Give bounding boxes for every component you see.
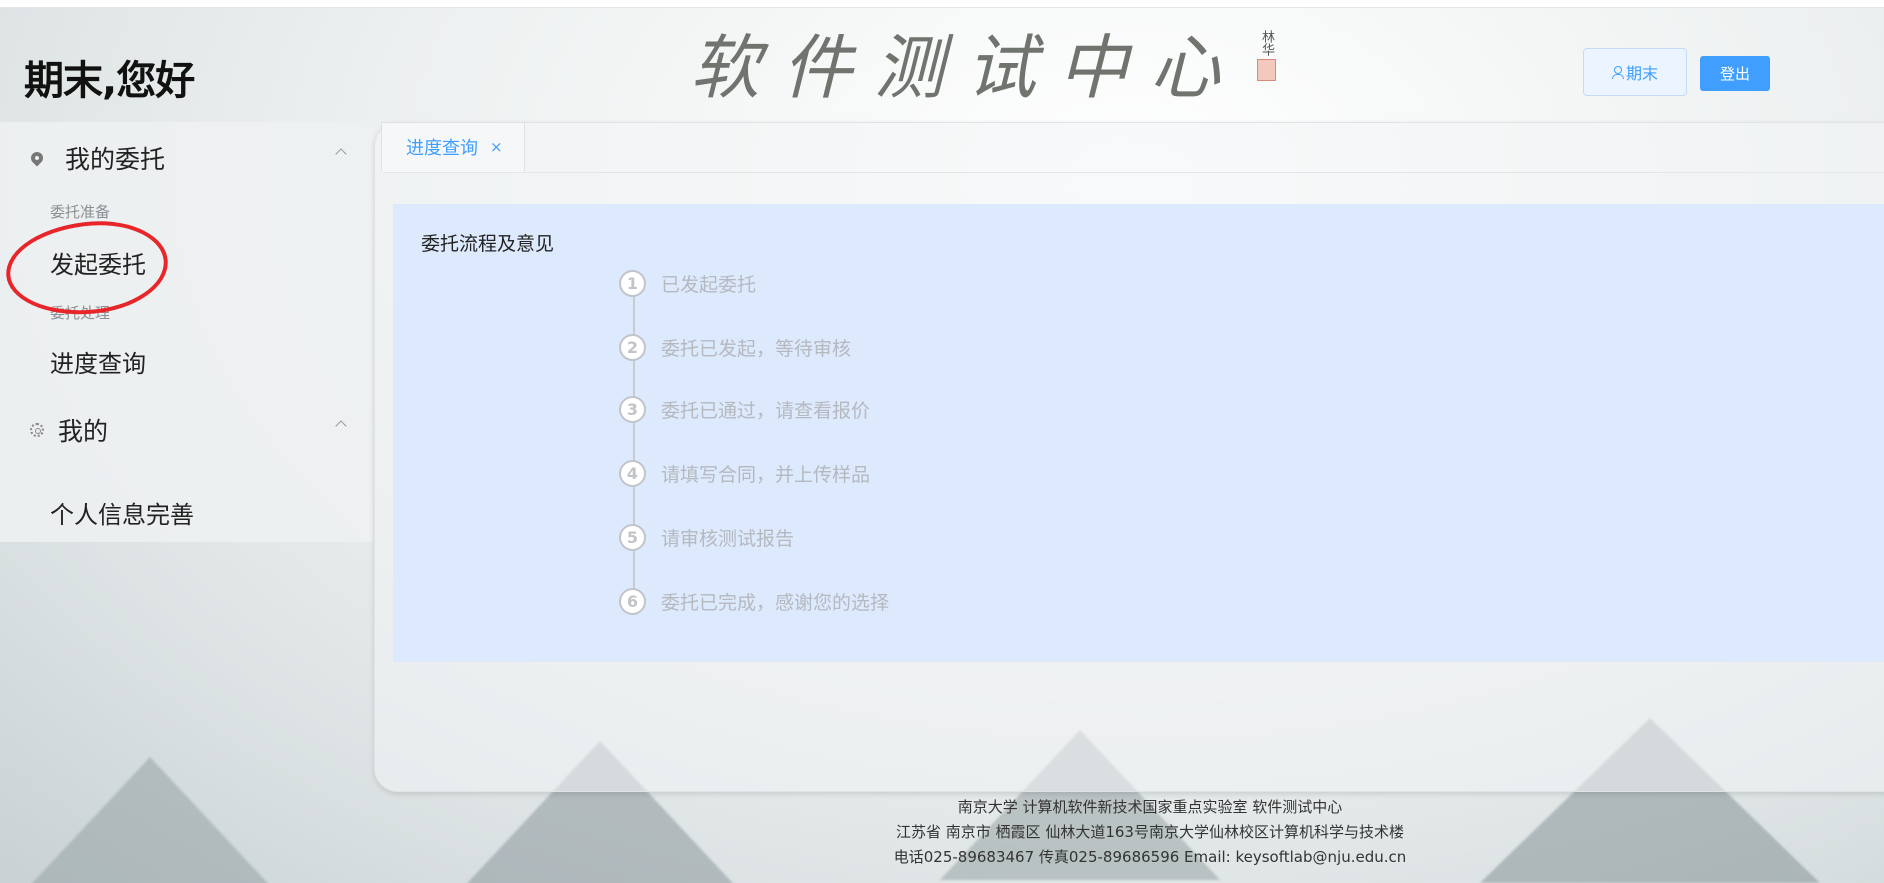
step-text: 委托已完成，感谢您的选择	[661, 592, 890, 614]
step-number: 3	[619, 396, 646, 423]
chevron-up-icon	[335, 148, 347, 160]
logo-stamp	[1256, 59, 1276, 81]
process-step: 4 请填写合同，并上传样品	[619, 460, 870, 487]
menu-group-label: 委托准备	[50, 203, 111, 221]
close-icon[interactable]: ×	[490, 138, 503, 156]
footer-line: 电话025-89683467 传真025-89686596 Email: key…	[893, 848, 1407, 866]
menu-mine[interactable]: 我的	[0, 400, 373, 460]
background-tent	[10, 757, 290, 883]
footer-line: 南京大学 计算机软件新技术国家重点实验室 软件测试中心	[957, 798, 1343, 816]
footer-line: 江苏省 南京市 栖霞区 仙林大道163号南京大学仙林校区计算机科学与技术楼	[896, 823, 1404, 841]
process-card	[393, 204, 1884, 662]
top-border	[0, 0, 1884, 8]
logo-signature: 林华	[1259, 30, 1274, 56]
step-text: 请审核测试报告	[661, 528, 795, 550]
process-step: 1 已发起委托	[619, 270, 756, 297]
logout-button[interactable]: 登出	[1700, 56, 1770, 91]
greeting-title: 期末,您好	[24, 58, 195, 104]
process-step: 6 委托已完成，感谢您的选择	[619, 588, 889, 615]
location-pin-icon	[28, 149, 46, 167]
user-profile-button[interactable]: 期末	[1583, 48, 1687, 96]
step-number: 6	[619, 588, 646, 615]
step-text: 委托已通过，请查看报价	[661, 400, 871, 422]
site-logo: 软件测试中心 林华	[690, 28, 1280, 108]
step-number: 2	[619, 334, 646, 361]
user-button-label: 期末	[1625, 64, 1658, 83]
sidebar-item-profile[interactable]: 个人信息完善	[50, 495, 194, 530]
menu-title-label: 我的	[58, 417, 109, 446]
menu-my-commissions[interactable]: 我的委托	[0, 128, 373, 188]
menu-title-label: 我的委托	[65, 145, 166, 174]
gear-icon	[30, 423, 44, 437]
step-number: 1	[619, 270, 646, 297]
process-step: 3 委托已通过，请查看报价	[619, 396, 870, 423]
logo-text: 软件测试中心	[690, 27, 1242, 109]
footer: 南京大学 计算机软件新技术国家重点实验室 软件测试中心 江苏省 南京市 栖霞区 …	[760, 795, 1540, 870]
process-title: 委托流程及意见	[421, 233, 555, 255]
process-step: 5 请审核测试报告	[619, 524, 794, 551]
step-number: 5	[619, 524, 646, 551]
chevron-up-icon	[335, 420, 347, 432]
logo-seal: 林华	[1252, 30, 1280, 81]
step-number: 4	[619, 460, 646, 487]
step-text: 请填写合同，并上传样品	[661, 464, 871, 486]
process-step: 2 委托已发起，等待审核	[619, 334, 851, 361]
step-text: 委托已发起，等待审核	[661, 338, 852, 360]
tabs-bar	[383, 122, 1884, 173]
user-icon	[1611, 66, 1624, 79]
tab-progress-query[interactable]: 进度查询 ×	[381, 122, 525, 172]
sidebar-item-progress-query[interactable]: 进度查询	[50, 344, 146, 379]
step-text: 已发起委托	[661, 274, 757, 296]
tab-label: 进度查询	[406, 138, 478, 159]
